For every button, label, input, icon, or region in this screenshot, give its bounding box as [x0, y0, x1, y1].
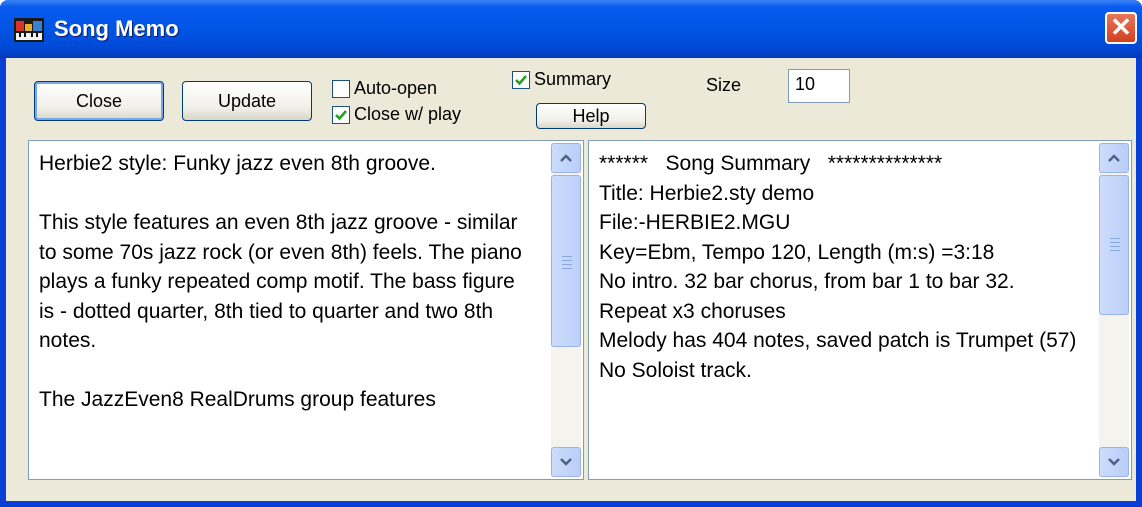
- scroll-thumb[interactable]: [1099, 175, 1129, 315]
- song-memo-window: Song Memo ✕ Close Update Auto-open Close…: [0, 0, 1142, 507]
- auto-open-label: Auto-open: [354, 78, 438, 98]
- dialog-body: Close Update Auto-open Close w/ play Sum…: [6, 58, 1136, 501]
- scroll-up-button[interactable]: [1099, 143, 1129, 173]
- memo-text-panel[interactable]: Herbie2 style: Funky jazz even 8th groov…: [28, 140, 584, 480]
- close-button[interactable]: Close: [34, 81, 164, 121]
- summary-option[interactable]: Summary: [512, 69, 611, 90]
- help-button[interactable]: Help: [536, 103, 646, 129]
- close-w-play-option[interactable]: Close w/ play: [332, 104, 461, 125]
- summary-line: Melody has 404 notes, saved patch is Tru…: [599, 329, 1077, 352]
- close-w-play-label: Close w/ play: [354, 104, 462, 124]
- chevron-down-icon: [560, 458, 572, 466]
- summary-line: No Soloist track.: [599, 358, 752, 382]
- scroll-up-button[interactable]: [551, 143, 581, 173]
- scroll-down-button[interactable]: [1099, 447, 1129, 477]
- close-w-play-checkbox[interactable]: [332, 105, 350, 124]
- checkmark-icon: [335, 109, 347, 120]
- summary-line: File:-HERBIE2.MGU: [599, 211, 791, 234]
- scroll-thumb[interactable]: [551, 175, 581, 347]
- size-field[interactable]: 10: [788, 69, 850, 103]
- size-label: Size: [706, 75, 742, 95]
- auto-open-option[interactable]: Auto-open: [332, 78, 437, 99]
- checkmark-icon: [515, 74, 527, 85]
- summary-line: Key=Ebm, Tempo 120, Length (m:s) =3:18: [599, 240, 995, 264]
- summary-label: Summary: [534, 69, 612, 89]
- window-title: Song Memo: [54, 16, 179, 41]
- chevron-up-icon: [560, 154, 572, 162]
- summary-checkbox[interactable]: [512, 70, 530, 89]
- update-button[interactable]: Update: [182, 81, 312, 121]
- memo-text: Herbie2 style: Funky jazz even 8th groov…: [39, 152, 522, 411]
- window-close-button[interactable]: ✕: [1105, 12, 1137, 44]
- close-icon: ✕: [1110, 12, 1132, 42]
- summary-line: Title: Herbie2.sty demo: [599, 181, 815, 205]
- song-summary-text: ****** Song Summary ************** Title:…: [599, 149, 1081, 385]
- song-summary-panel[interactable]: ****** Song Summary ************** Title:…: [588, 140, 1132, 480]
- memo-scrollbar[interactable]: [551, 143, 581, 477]
- auto-open-checkbox[interactable]: [332, 79, 350, 98]
- title-bar[interactable]: Song Memo ✕: [0, 0, 1142, 58]
- chevron-down-icon: [1108, 458, 1120, 466]
- summary-line: ****** Song Summary **************: [599, 152, 943, 175]
- scroll-down-button[interactable]: [551, 447, 581, 477]
- band-in-a-box-icon: [14, 18, 44, 42]
- summary-line: No intro. 32 bar chorus, from bar 1 to b…: [599, 270, 1027, 323]
- summary-scrollbar[interactable]: [1099, 143, 1129, 477]
- chevron-up-icon: [1108, 154, 1120, 162]
